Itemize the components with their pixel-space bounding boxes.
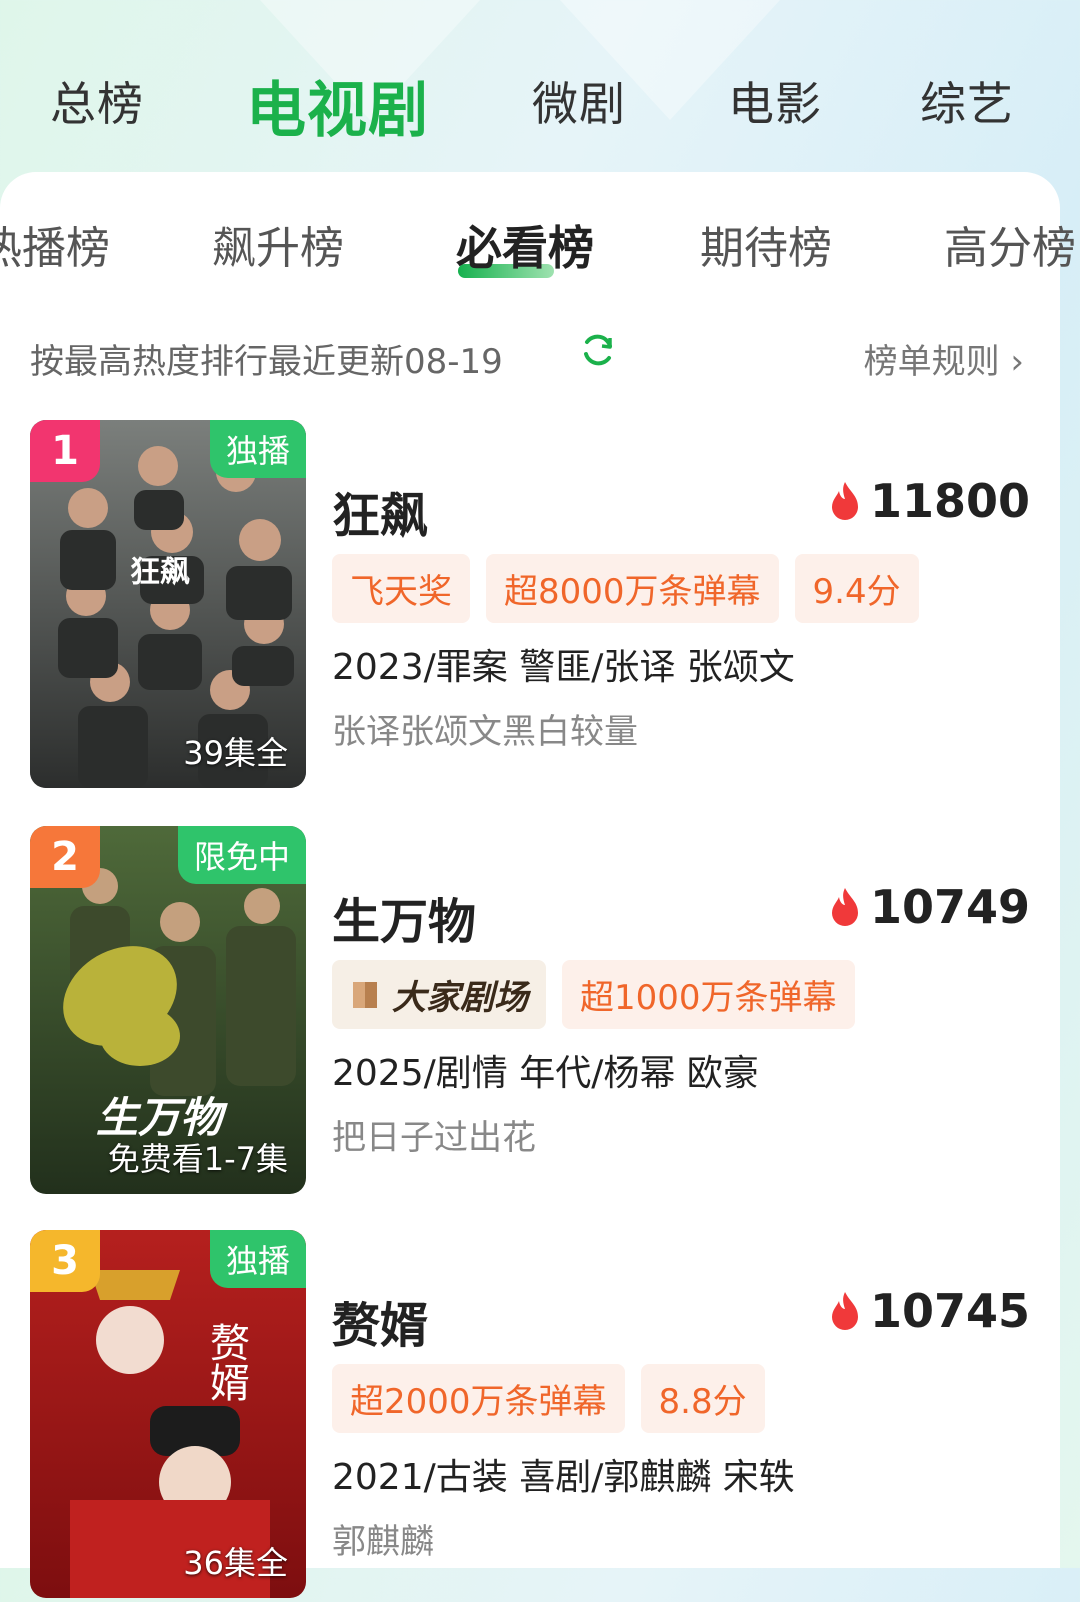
- tag-theater-label: 大家剧场: [392, 978, 528, 1018]
- heat-value: 11800: [869, 474, 1030, 528]
- heat-score: 11800: [828, 474, 1030, 528]
- poster-title: 狂飙: [130, 555, 190, 590]
- poster-title: 赘婿: [203, 1322, 249, 1402]
- heat-score: 10749: [828, 880, 1030, 934]
- exclusive-badge: 独播: [209, 1230, 306, 1288]
- poster-image[interactable]: 生万物 2 限免中 免费看1-7集: [30, 826, 306, 1194]
- flame-icon: [831, 1292, 858, 1330]
- tag-score: 9.4分: [794, 554, 919, 623]
- book-icon: [353, 981, 377, 1008]
- list-item[interactable]: 赘婿 3 独播 36集全 赘婿 10745 超2000万条弹幕 8.8分 202…: [0, 1230, 1060, 1602]
- free-badge: 限免中: [177, 826, 306, 884]
- tag-list: 超2000万条弹幕 8.8分: [332, 1364, 765, 1433]
- tag-award: 飞天奖: [332, 554, 470, 623]
- tab-overall[interactable]: 总榜: [50, 68, 144, 134]
- tab-variety[interactable]: 综艺: [920, 68, 1014, 134]
- subtab-anticipated[interactable]: 期待榜: [700, 212, 832, 276]
- tag-danmaku: 超2000万条弹幕: [332, 1364, 625, 1433]
- show-meta: 2023/罪案 警匪/张译 张颂文: [332, 647, 795, 688]
- show-description: 把日子过出花: [332, 1118, 536, 1158]
- rank-badge: 2: [30, 826, 100, 888]
- heat-score: 10745: [828, 1284, 1030, 1338]
- sort-update-info: 按最高热度排行最近更新08-19: [30, 342, 503, 382]
- refresh-icon[interactable]: [580, 332, 616, 368]
- exclusive-badge: 独播: [209, 420, 306, 478]
- list-item[interactable]: 生万物 2 限免中 免费看1-7集 生万物 10749 大家剧场 超1000万条…: [0, 826, 1060, 1198]
- show-title[interactable]: 赘婿: [332, 1286, 428, 1356]
- show-meta: 2025/剧情 年代/杨幂 欧豪: [332, 1053, 759, 1094]
- subtab-rising[interactable]: 飙升榜: [212, 212, 344, 276]
- show-description: 郭麒麟: [332, 1522, 434, 1562]
- show-description: 张译张颂文黑白较量: [332, 712, 638, 752]
- show-title[interactable]: 生万物: [332, 882, 476, 952]
- subtab-high-score[interactable]: 高分榜: [944, 212, 1076, 276]
- flame-icon: [831, 888, 858, 926]
- tag-danmaku: 超1000万条弹幕: [562, 960, 855, 1029]
- tag-list: 大家剧场 超1000万条弹幕: [332, 960, 855, 1029]
- tab-tv-series[interactable]: 电视剧: [246, 62, 429, 149]
- subtab-hot[interactable]: 热播榜: [0, 212, 110, 276]
- heat-value: 10749: [869, 880, 1030, 934]
- rank-badge: 1: [30, 420, 100, 482]
- tab-micro-drama[interactable]: 微剧: [532, 68, 626, 134]
- episode-count: 免费看1-7集: [107, 1140, 288, 1178]
- show-title[interactable]: 狂飙: [332, 476, 428, 546]
- tab-movie[interactable]: 电影: [728, 68, 822, 134]
- episode-count: 36集全: [183, 1544, 288, 1582]
- flame-icon: [831, 482, 858, 520]
- tag-theater: 大家剧场: [332, 960, 546, 1029]
- poster-image[interactable]: 狂飙 1 独播 39集全: [30, 420, 306, 788]
- heat-value: 10745: [869, 1284, 1030, 1338]
- subtab-must-watch[interactable]: 必看榜: [456, 212, 594, 278]
- show-meta: 2021/古装 喜剧/郭麒麟 宋轶: [332, 1457, 795, 1498]
- tag-score: 8.8分: [640, 1364, 765, 1433]
- top-category-tabs: 总榜 电视剧 微剧 电影 综艺: [0, 0, 1060, 180]
- poster-image[interactable]: 赘婿 3 独播 36集全: [30, 1230, 306, 1598]
- ranking-card: 热播榜 飙升榜 必看榜 期待榜 高分榜 按最高热度排行最近更新08-19 榜单规…: [0, 172, 1076, 1598]
- ranking-rules-link[interactable]: 榜单规则 ›: [864, 334, 1024, 383]
- episode-count: 39集全: [183, 734, 288, 772]
- rank-badge: 3: [30, 1230, 100, 1292]
- tag-danmaku: 超8000万条弹幕: [486, 554, 779, 623]
- tag-list: 飞天奖 超8000万条弹幕 9.4分: [332, 554, 919, 623]
- list-item[interactable]: 狂飙 1 独播 39集全 狂飙 11800 飞天奖 超8000万条弹幕 9.4分…: [0, 420, 1060, 792]
